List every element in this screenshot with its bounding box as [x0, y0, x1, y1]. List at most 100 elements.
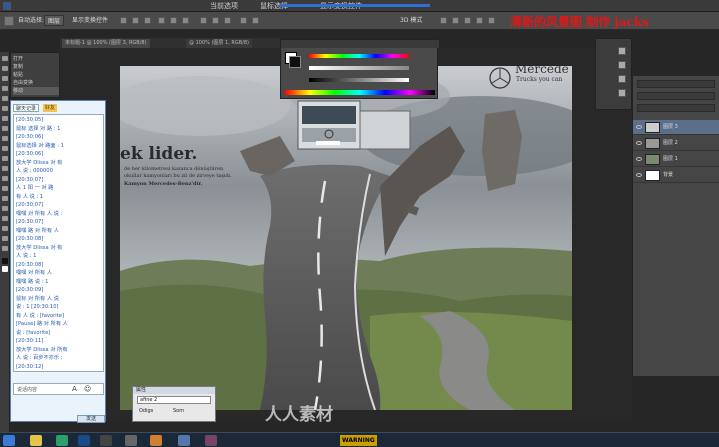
- dialog-option-b[interactable]: Som: [173, 408, 184, 414]
- saturation-slider[interactable]: [309, 66, 409, 70]
- layer-filter[interactable]: [637, 80, 715, 88]
- gradient-icon[interactable]: [2, 166, 8, 171]
- color-ramp[interactable]: [285, 90, 435, 95]
- eraser-icon[interactable]: [2, 156, 8, 161]
- layer-lock-row[interactable]: [637, 104, 715, 112]
- menu-tab-a[interactable]: 当前选项: [210, 1, 238, 11]
- slide-3d-icon[interactable]: [476, 17, 483, 24]
- roll-3d-icon[interactable]: [452, 17, 459, 24]
- chat-input-placeholder: 说话内容: [17, 387, 38, 393]
- eye-icon[interactable]: [636, 125, 642, 129]
- align-bottom-icon[interactable]: [144, 17, 151, 24]
- dodge-icon[interactable]: [2, 186, 8, 191]
- blur-icon[interactable]: [2, 176, 8, 181]
- layer-row[interactable]: 图层 2: [633, 136, 719, 151]
- layer-mode-select[interactable]: 图层: [44, 15, 65, 26]
- chat-window: 聊天记录 好友 [20:30:05] 鼠标 选择 对 路 : 1 [20:30:06…: [10, 100, 106, 423]
- history-item[interactable]: 自由变换: [13, 79, 59, 87]
- align-middle-icon[interactable]: [132, 17, 139, 24]
- distribute-middle-icon[interactable]: [212, 17, 219, 24]
- chat-tab-friends[interactable]: 好友: [43, 104, 58, 112]
- eye-icon[interactable]: [636, 173, 642, 177]
- history-item[interactable]: 移动: [13, 87, 59, 95]
- background-color-swatch[interactable]: [2, 266, 8, 272]
- move-tool-icon[interactable]: [4, 16, 14, 26]
- paths-icon[interactable]: [618, 75, 626, 83]
- zoom-icon[interactable]: [2, 246, 8, 251]
- explorer-icon[interactable]: [30, 435, 42, 446]
- shape-icon[interactable]: [2, 226, 8, 231]
- layer-row[interactable]: 图层 3: [633, 120, 719, 135]
- doc-tab-2[interactable]: @ 100% (图层 1, RGB/8): [186, 39, 252, 48]
- chat-message-list[interactable]: [20:30:05] 鼠标 选择 对 路 : 1 [20:30:06] 鼠标选择 对 …: [13, 114, 104, 372]
- hand-icon[interactable]: [2, 236, 8, 241]
- distribute-left-icon[interactable]: [240, 17, 247, 24]
- chat-message-line: 嘿嘿 路 对 所有 人: [16, 227, 59, 234]
- lasso-icon[interactable]: [2, 76, 8, 81]
- align-right-icon[interactable]: [182, 17, 189, 24]
- path-select-icon[interactable]: [2, 216, 8, 221]
- align-left-icon[interactable]: [158, 17, 165, 24]
- history-item[interactable]: 打开: [13, 55, 59, 63]
- app-icon[interactable]: [205, 435, 217, 446]
- distribute-top-icon[interactable]: [200, 17, 207, 24]
- document-canvas[interactable]: ek lider. de her kilometresi kazanca dön…: [120, 66, 572, 410]
- eyedropper-icon[interactable]: [2, 106, 8, 111]
- layer-thumbnail: [645, 122, 660, 133]
- history-item[interactable]: 粘贴: [13, 71, 59, 79]
- app-icon[interactable]: [125, 435, 137, 446]
- history-item[interactable]: 复制: [13, 63, 59, 71]
- move-icon[interactable]: [2, 56, 8, 61]
- layer-thumbnail: [645, 138, 660, 149]
- background-swatch[interactable]: [289, 56, 301, 68]
- eye-icon[interactable]: [636, 157, 642, 161]
- eye-icon[interactable]: [636, 141, 642, 145]
- brush-icon[interactable]: [2, 126, 8, 131]
- styles-icon[interactable]: [618, 61, 626, 69]
- layer-name: 图层 1: [663, 156, 678, 162]
- font-icon[interactable]: A: [72, 385, 77, 393]
- history-brush-icon[interactable]: [2, 146, 8, 151]
- show-transform-checkbox[interactable]: 显示变换控件: [72, 15, 108, 26]
- emoji-icon[interactable]: ☺: [84, 385, 91, 393]
- chat-message-line: [Pause] 路 对 所有 人: [16, 321, 68, 327]
- warning-badge: WARNING: [340, 435, 377, 446]
- start-icon[interactable]: [3, 435, 15, 446]
- chat-message-line: 嘿嘿 对 所有 人 说 :: [16, 210, 63, 217]
- healing-icon[interactable]: [2, 116, 8, 121]
- brightness-slider[interactable]: [309, 78, 409, 82]
- dialog-option-a[interactable]: Odigs: [139, 408, 153, 414]
- photoshop-icon[interactable]: [78, 435, 90, 446]
- app-icon[interactable]: [178, 435, 190, 446]
- distribute-center-icon[interactable]: [252, 17, 259, 24]
- stamp-icon[interactable]: [2, 136, 8, 141]
- blend-mode-select[interactable]: [637, 92, 715, 100]
- chat-input[interactable]: 说话内容 A ☺: [13, 383, 104, 395]
- layer-row[interactable]: 图层 1: [633, 152, 719, 167]
- marquee-icon[interactable]: [2, 66, 8, 71]
- rotate-3d-icon[interactable]: [440, 17, 447, 24]
- adjustments-icon[interactable]: [618, 47, 626, 55]
- send-button[interactable]: 发送: [77, 415, 105, 423]
- doc-tab-1[interactable]: 未标题-1 @ 100% (图层 3, RGB/8): [62, 39, 150, 48]
- type-icon[interactable]: [2, 206, 8, 211]
- layer-row[interactable]: 背景: [633, 168, 719, 183]
- align-center-icon[interactable]: [170, 17, 177, 24]
- scale-3d-icon[interactable]: [488, 17, 495, 24]
- align-top-icon[interactable]: [120, 17, 127, 24]
- foreground-color-swatch[interactable]: [2, 258, 8, 264]
- pen-icon[interactable]: [2, 196, 8, 201]
- distribute-bottom-icon[interactable]: [224, 17, 231, 24]
- channels-icon[interactable]: [618, 89, 626, 97]
- app-icon[interactable]: [150, 435, 162, 446]
- hue-slider[interactable]: [309, 54, 409, 58]
- browser-icon[interactable]: [56, 435, 68, 446]
- quick-select-icon[interactable]: [2, 86, 8, 91]
- crop-icon[interactable]: [2, 96, 8, 101]
- drag-3d-icon[interactable]: [464, 17, 471, 24]
- auto-select-label: 自动选择:: [18, 17, 45, 24]
- chat-message-line: [20:30:09]: [16, 287, 44, 293]
- dialog-value-field[interactable]: afine 2: [137, 396, 211, 404]
- app-icon[interactable]: [100, 435, 112, 446]
- chat-tab-history[interactable]: 聊天记录: [13, 104, 40, 112]
